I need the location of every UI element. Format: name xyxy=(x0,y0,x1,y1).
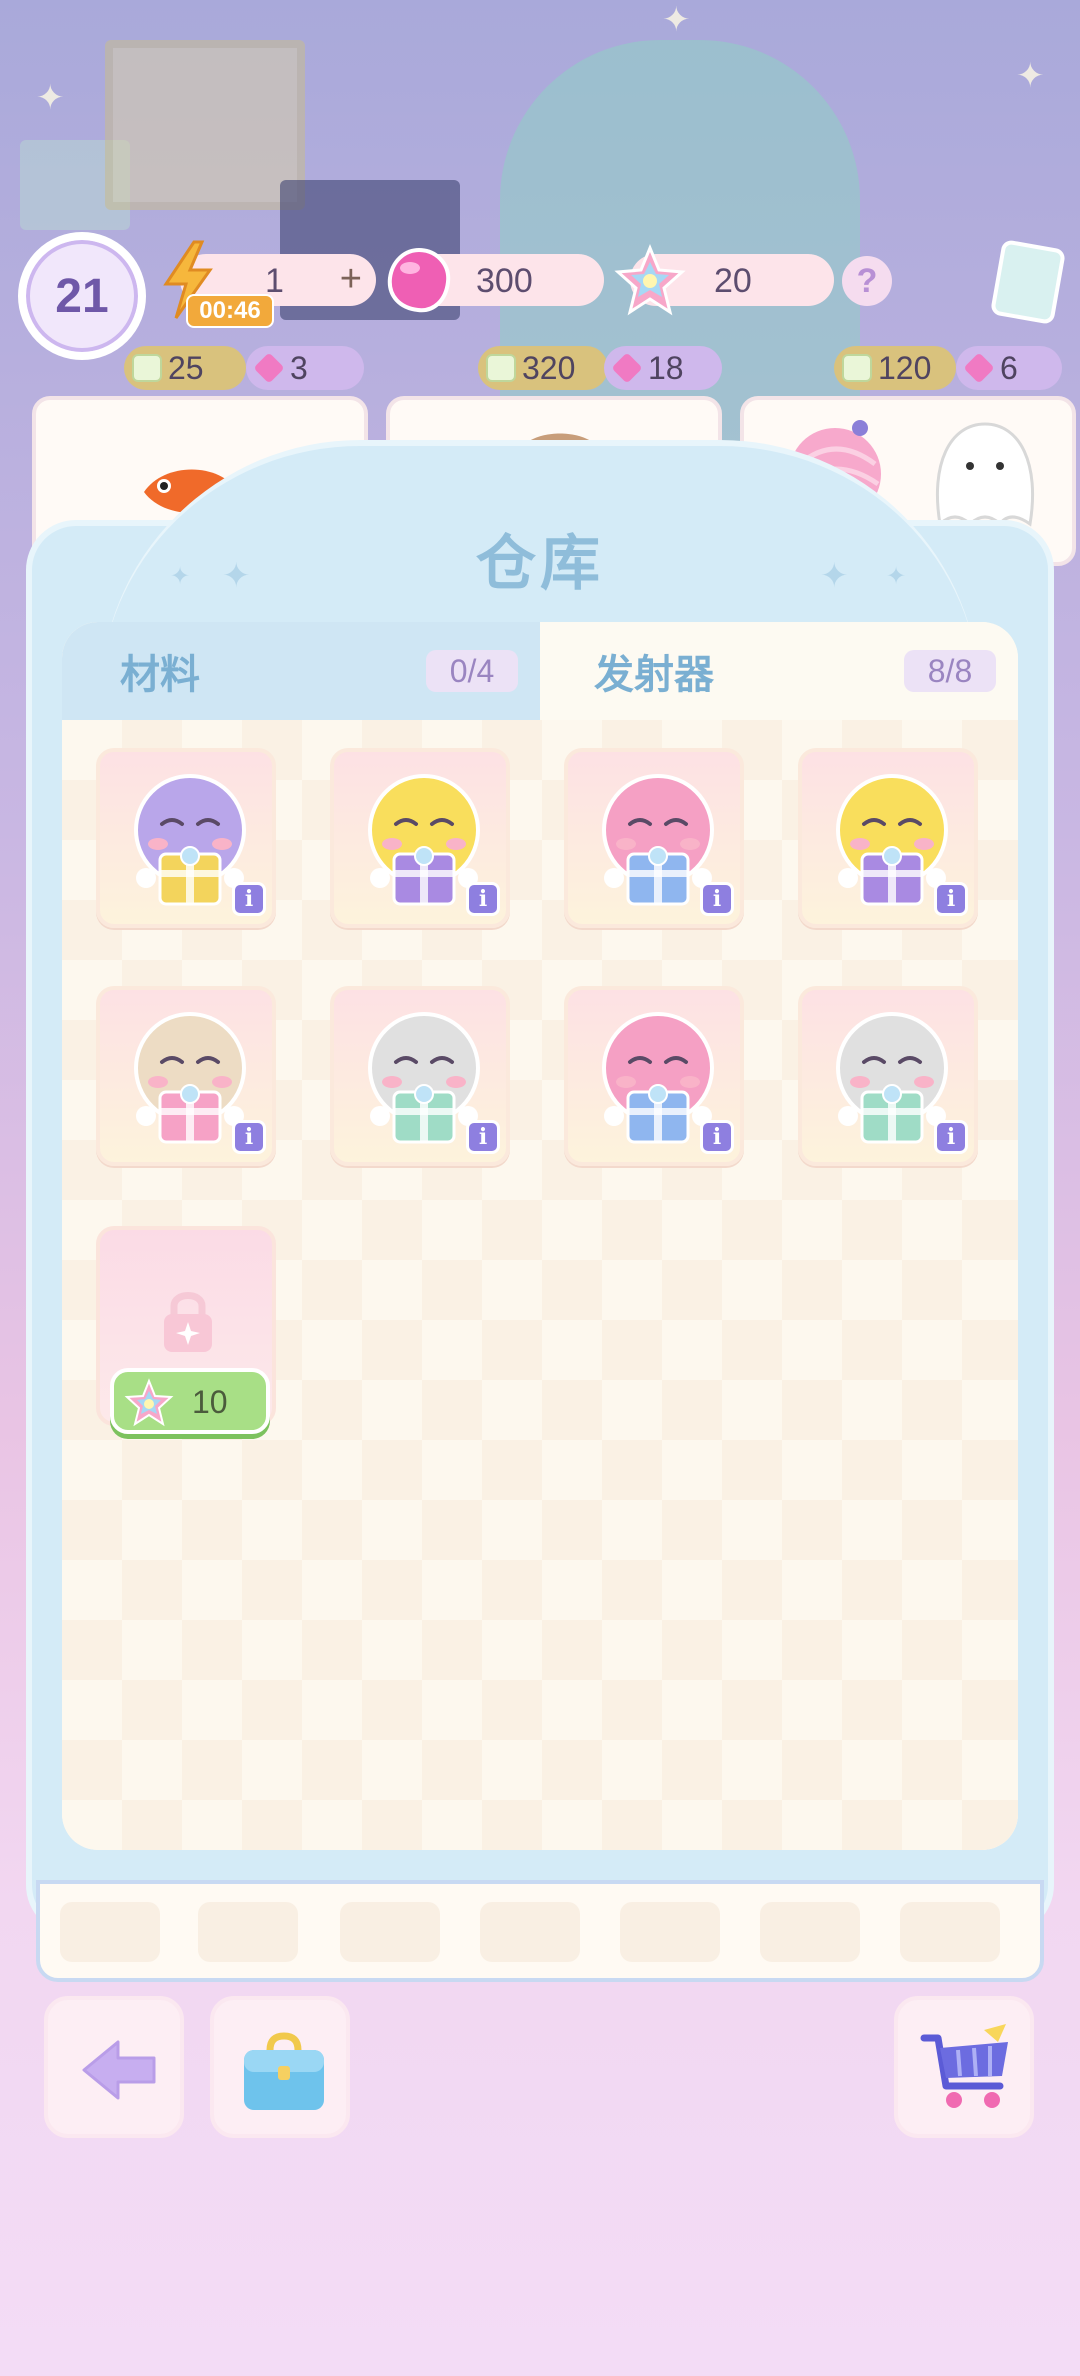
exp-icon xyxy=(132,354,162,382)
gem-icon xyxy=(253,352,285,384)
warehouse-content: 材料 0/4 发射器 8/8 i i i i i i i i 10 xyxy=(62,622,1018,1850)
sparkle-icon: ✦ xyxy=(222,557,251,595)
tab-launchers[interactable]: 发射器 8/8 xyxy=(540,622,1018,720)
tab-materials[interactable]: 材料 0/4 xyxy=(62,622,540,720)
exp-icon xyxy=(486,354,516,382)
tab-launchers-count: 8/8 xyxy=(904,650,996,692)
lock-icon xyxy=(164,1292,212,1352)
board-item xyxy=(900,1902,1000,1962)
inventory-slot[interactable]: i xyxy=(96,748,276,928)
gem-value: 300 xyxy=(476,262,533,300)
task-exp-reward: 320 xyxy=(478,346,608,390)
board-item xyxy=(480,1902,580,1962)
unlock-cost: 10 xyxy=(192,1384,228,1420)
background-picture-frame xyxy=(105,40,305,210)
task-exp-reward: 25 xyxy=(124,346,246,390)
unlock-slot-button[interactable]: 10 xyxy=(110,1368,270,1434)
task-gem-reward: 3 xyxy=(246,346,364,390)
info-button[interactable]: i xyxy=(934,1120,968,1154)
info-button[interactable]: i xyxy=(934,882,968,916)
board-item xyxy=(340,1902,440,1962)
storage-box-button[interactable] xyxy=(210,1996,350,2138)
board-item xyxy=(60,1902,160,1962)
sparkle-icon: ✦ xyxy=(36,79,65,117)
add-energy-button[interactable]: + xyxy=(340,258,362,301)
info-button[interactable]: i xyxy=(700,882,734,916)
inventory-slot[interactable]: i xyxy=(330,986,510,1166)
exp-icon xyxy=(842,354,872,382)
energy-timer: 00:46 xyxy=(186,294,274,328)
shopping-cart-icon xyxy=(920,2024,1008,2108)
tab-materials-count: 0/4 xyxy=(426,650,518,692)
info-button[interactable]: i xyxy=(700,1120,734,1154)
sparkle-icon: ✦ xyxy=(820,557,849,595)
storage-box-icon xyxy=(244,2032,324,2110)
sparkle-icon: ✦ xyxy=(662,1,691,39)
inventory-slot[interactable]: i xyxy=(330,748,510,928)
task-exp-reward: 120 xyxy=(834,346,956,390)
player-level: 21 xyxy=(55,269,109,323)
back-arrow-icon xyxy=(82,2040,156,2100)
gem-icon xyxy=(963,352,995,384)
inventory-slot[interactable]: i xyxy=(96,986,276,1166)
info-button[interactable]: i xyxy=(232,882,266,916)
star-value: 20 xyxy=(714,262,752,300)
pink-gem-icon xyxy=(387,247,451,313)
board-strip xyxy=(36,1880,1044,1982)
back-button[interactable] xyxy=(44,1996,184,2138)
task-gem-reward: 18 xyxy=(604,346,722,390)
gem-icon xyxy=(611,352,643,384)
inventory-slot[interactable]: i xyxy=(798,748,978,928)
rainbow-star-icon xyxy=(614,244,686,316)
player-level-badge[interactable]: 21 xyxy=(18,232,146,360)
board-item xyxy=(198,1902,298,1962)
warehouse-title: 仓库 xyxy=(476,530,604,597)
sparkle-icon: ✦ xyxy=(886,563,907,590)
info-button[interactable]: i xyxy=(466,1120,500,1154)
inventory-slot[interactable]: i xyxy=(798,986,978,1166)
sparkle-icon: ✦ xyxy=(170,563,191,590)
inventory-slot[interactable]: i xyxy=(564,986,744,1166)
board-item xyxy=(620,1902,720,1962)
board-item xyxy=(760,1902,860,1962)
collection-card-button[interactable] xyxy=(989,239,1067,325)
info-button[interactable]: i xyxy=(466,882,500,916)
tab-launchers-label: 发射器 xyxy=(594,653,714,697)
inventory-slot[interactable]: i xyxy=(564,748,744,928)
locked-slot[interactable]: 10 xyxy=(96,1226,276,1434)
tab-materials-label: 材料 xyxy=(120,653,200,697)
task-gem-reward: 6 xyxy=(956,346,1062,390)
sparkle-icon: ✦ xyxy=(1016,57,1045,95)
shop-button[interactable] xyxy=(894,1996,1034,2138)
rainbow-star-icon xyxy=(124,1378,174,1427)
help-button[interactable]: ? xyxy=(842,256,892,306)
info-button[interactable]: i xyxy=(232,1120,266,1154)
